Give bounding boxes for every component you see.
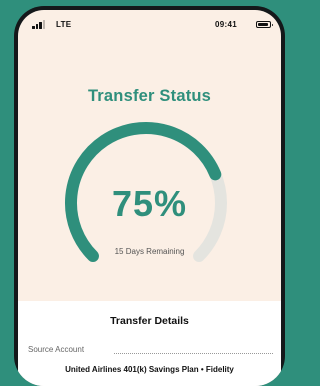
progress-percent: 75% <box>111 183 188 224</box>
dotted-leader <box>114 353 273 354</box>
details-title: Transfer Details <box>110 315 189 327</box>
source-account-label: Source Account <box>28 345 85 354</box>
source-account-value: United Airlines 401(k) Savings Plan • Fi… <box>65 365 234 374</box>
source-account-row: Source Account <box>28 345 273 357</box>
transfer-details-panel: Transfer Details Source Account United A… <box>18 301 281 386</box>
app-screen: LTE 09:41 Transfer Status 75% 15 Days Re… <box>18 10 281 386</box>
days-remaining: 15 Days Remaining <box>114 247 185 256</box>
phone-frame: LTE 09:41 Transfer Status 75% 15 Days Re… <box>14 6 285 386</box>
progress-gauge <box>65 122 227 263</box>
